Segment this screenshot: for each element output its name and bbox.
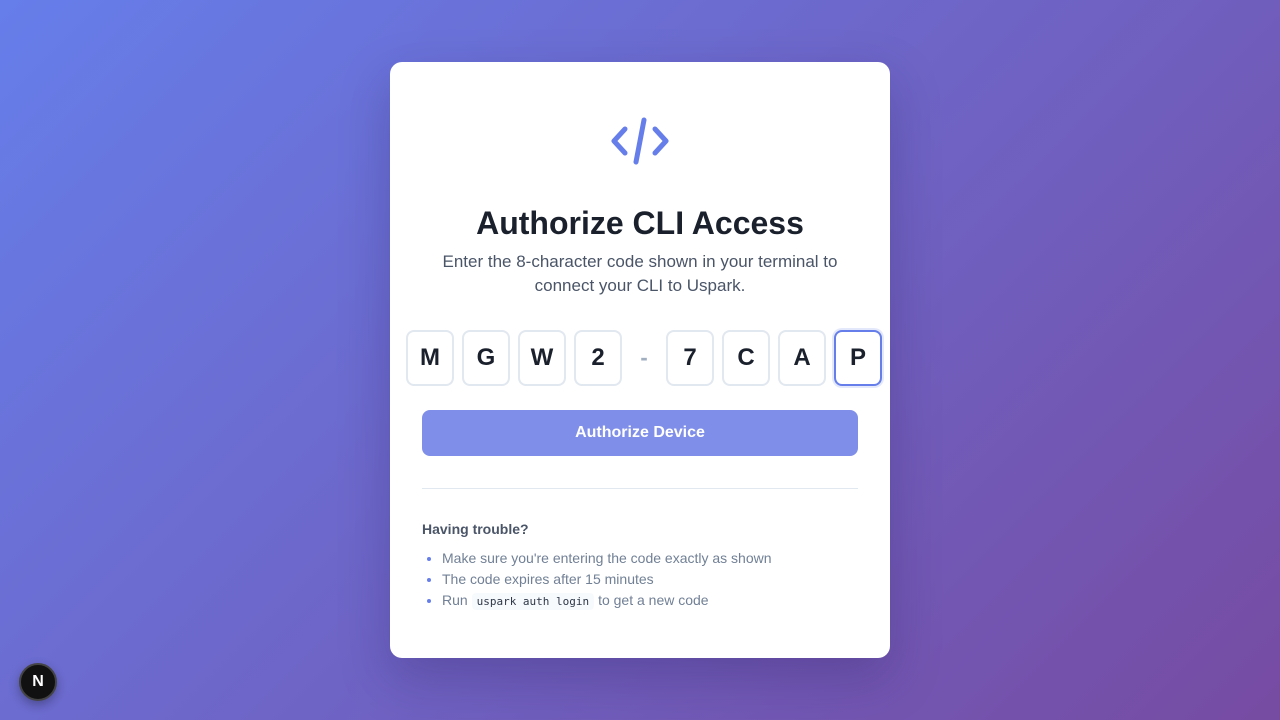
page-subtitle: Enter the 8-character code shown in your…	[442, 252, 838, 295]
code-icon	[611, 117, 669, 165]
code-input-4[interactable]: 2	[574, 330, 622, 386]
page-title: Authorize CLI Access	[476, 205, 804, 241]
code-input-6[interactable]: C	[722, 330, 770, 386]
code-input-3[interactable]: W	[518, 330, 566, 386]
code-input-8[interactable]: P	[834, 330, 882, 386]
auth-card: Authorize CLI Access Enter the 8-charact…	[390, 62, 890, 658]
code-input-1[interactable]: M	[406, 330, 454, 386]
nextjs-badge-letter: N	[32, 673, 44, 690]
cli-command: uspark auth login	[471, 593, 595, 610]
code-input-2[interactable]: G	[462, 330, 510, 386]
help-item: Run uspark auth login to get a new code	[442, 590, 772, 612]
help-list: Make sure you're entering the code exact…	[442, 548, 772, 612]
code-input-group: M G W 2 - 7 C A P	[406, 330, 890, 386]
help-item: Make sure you're entering the code exact…	[442, 548, 772, 569]
code-input-7[interactable]: A	[778, 330, 826, 386]
code-input-5[interactable]: 7	[666, 330, 714, 386]
help-item: The code expires after 15 minutes	[442, 569, 772, 590]
help-run-suffix: to get a new code	[598, 592, 709, 608]
nextjs-badge[interactable]: N	[19, 663, 57, 701]
help-title: Having trouble?	[422, 521, 529, 537]
divider	[422, 488, 858, 489]
authorize-device-button[interactable]: Authorize Device	[422, 410, 858, 456]
code-separator: -	[640, 345, 648, 370]
help-run-prefix: Run	[442, 592, 468, 608]
